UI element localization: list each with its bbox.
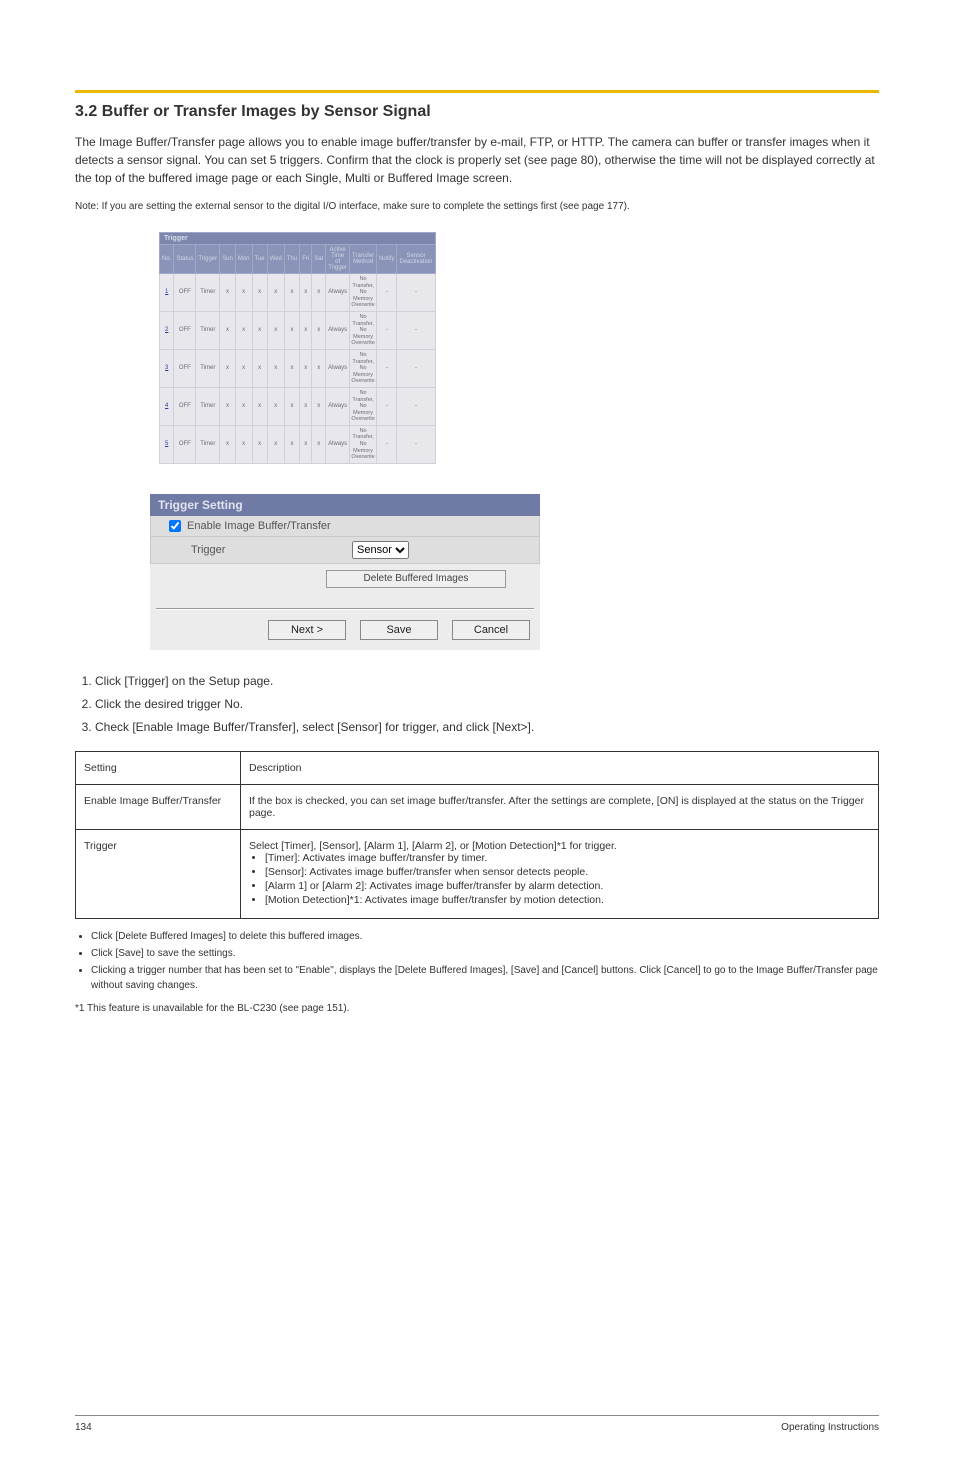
trigger-no-link[interactable]: 1 [165, 289, 168, 295]
trigger-no-link[interactable]: 2 [165, 327, 168, 333]
footnote: *1 This feature is unavailable for the B… [75, 1001, 879, 1016]
shot1-caption: Trigger [160, 233, 436, 245]
trigger-no-link[interactable]: 4 [165, 403, 168, 409]
page-footer: 134 Operating Instructions [75, 1415, 879, 1433]
next-button[interactable]: Next > [268, 620, 346, 640]
panel-title: Trigger Setting [150, 494, 540, 516]
trigger-setting-panel: Trigger Setting Enable Image Buffer/Tran… [150, 494, 540, 650]
enable-buffer-checkbox[interactable] [169, 520, 181, 532]
table-row: 5 OFF Timer xxxxxxx Always No Transfer, … [160, 425, 436, 463]
list-item: [Alarm 1] or [Alarm 2]: Activates image … [265, 880, 870, 892]
trigger-no-link[interactable]: 5 [165, 441, 168, 447]
list-item: [Timer]: Activates image buffer/transfer… [265, 852, 870, 864]
footer-manual-name: Operating Instructions [781, 1422, 879, 1433]
trigger-table-screenshot: Trigger No. Status Trigger Sun Mon Tue W… [159, 232, 879, 464]
list-item: Check [Enable Image Buffer/Transfer], se… [95, 718, 879, 737]
steps-list: Click [Trigger] on the Setup page. Click… [75, 672, 879, 738]
cancel-button[interactable]: Cancel [452, 620, 530, 640]
list-item: [Sensor]: Activates image buffer/transfe… [265, 866, 870, 878]
table-row: 1 OFF Timer xxxxxxx Always No Transfer, … [160, 274, 436, 312]
table-header: Description [241, 752, 879, 785]
save-button[interactable]: Save [360, 620, 438, 640]
table-row: 4 OFF Timer xxxxxxx Always No Transfer, … [160, 387, 436, 425]
table-row: Trigger Select [Timer], [Sensor], [Alarm… [76, 830, 879, 919]
list-item: Click the desired trigger No. [95, 695, 879, 714]
table-row: Enable Image Buffer/Transfer If the box … [76, 785, 879, 830]
list-item: Click [Trigger] on the Setup page. [95, 672, 879, 691]
trigger-label: Trigger [191, 544, 225, 556]
intro-note: Note: If you are setting the external se… [75, 199, 879, 214]
footer-page-number: 134 [75, 1422, 92, 1433]
page-title: 3.2 Buffer or Transfer Images by Sensor … [75, 103, 879, 121]
delete-buffered-images-button[interactable]: Delete Buffered Images [326, 570, 506, 588]
table-header: Setting [76, 752, 241, 785]
trigger-select[interactable]: Sensor [352, 541, 409, 559]
under-note: Click [Save] to save the settings. [91, 946, 879, 961]
settings-table: Setting Description Enable Image Buffer/… [75, 751, 879, 919]
table-row: 2 OFF Timer xxxxxxx Always No Transfer, … [160, 311, 436, 349]
under-note: Clicking a trigger number that has been … [91, 963, 879, 993]
enable-buffer-label: Enable Image Buffer/Transfer [187, 520, 331, 532]
list-item: [Motion Detection]*1: Activates image bu… [265, 894, 870, 906]
intro-paragraph: The Image Buffer/Transfer page allows yo… [75, 133, 879, 187]
under-note: Click [Delete Buffered Images] to delete… [91, 929, 879, 944]
trigger-no-link[interactable]: 3 [165, 365, 168, 371]
table-row: 3 OFF Timer xxxxxxx Always No Transfer, … [160, 349, 436, 387]
